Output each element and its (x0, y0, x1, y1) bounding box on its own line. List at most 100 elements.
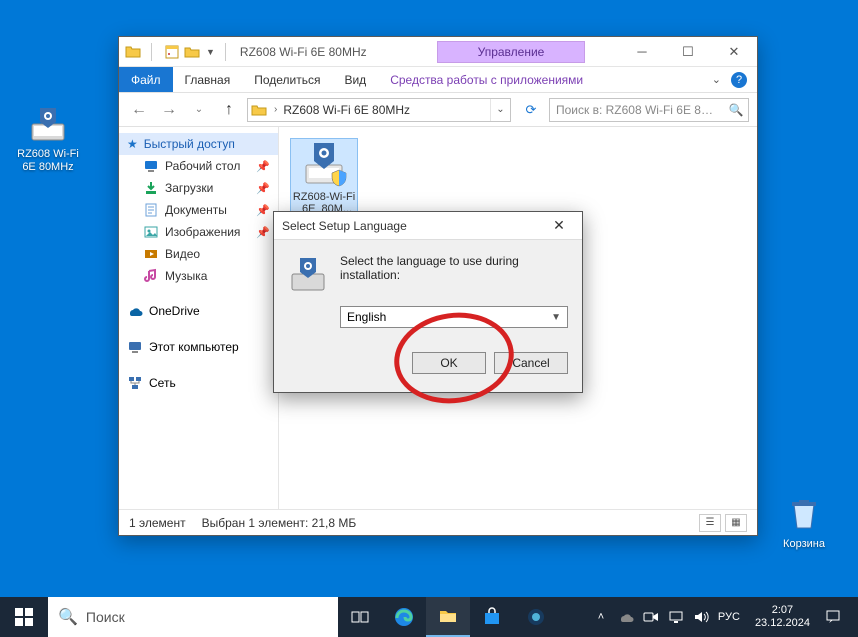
nav-back-button[interactable]: ← (127, 98, 151, 122)
uac-shield-icon (330, 169, 348, 187)
address-folder-icon (248, 99, 270, 121)
nav-network[interactable]: Сеть (119, 371, 278, 395)
language-select[interactable]: English ▼ (340, 306, 568, 328)
recycle-bin-label: Корзина (766, 538, 842, 551)
tray-time: 2:07 (755, 604, 810, 617)
nav-item-music[interactable]: Музыка (119, 265, 278, 287)
tray-action-center-icon[interactable] (825, 609, 841, 625)
breadcrumb-segment[interactable]: RZ608 Wi-Fi 6E 80MHz (281, 103, 412, 117)
folder-icon (125, 44, 141, 60)
tab-share[interactable]: Поделиться (242, 67, 332, 92)
start-button[interactable] (0, 597, 48, 637)
nav-forward-button: → (157, 98, 181, 122)
nav-this-pc[interactable]: Этот компьютер (119, 335, 278, 359)
dialog-message: Select the language to use during instal… (340, 254, 568, 282)
nav-item-pictures[interactable]: Изображения 📌 (119, 221, 278, 243)
tray-language[interactable]: РУС (718, 611, 740, 623)
view-details-button[interactable]: ☰ (699, 514, 721, 532)
nav-onedrive[interactable]: OneDrive (119, 299, 278, 323)
ribbon-expand-icon[interactable]: ⌄ (712, 73, 721, 86)
status-item-count: 1 элемент (129, 516, 186, 530)
minimize-button[interactable]: ─ (619, 37, 665, 67)
help-icon[interactable]: ? (731, 72, 747, 88)
qat-properties-icon[interactable] (164, 44, 180, 60)
language-select-value: English (347, 310, 551, 324)
nav-item-label: Видео (165, 247, 200, 261)
navigation-pane: ★ Быстрый доступ Рабочий стол📌Загрузки📌Д… (119, 127, 279, 509)
context-tab-header[interactable]: Управление (437, 41, 586, 63)
task-view-button[interactable] (338, 597, 382, 637)
dropdown-caret-icon: ▼ (551, 312, 561, 323)
refresh-button[interactable]: ⟳ (519, 99, 543, 121)
address-bar[interactable]: › RZ608 Wi-Fi 6E 80MHz ⌄ (247, 98, 511, 122)
pin-icon: 📌 (256, 182, 270, 195)
cancel-button[interactable]: Cancel (494, 352, 568, 374)
nav-recent-dropdown[interactable]: ⌄ (187, 98, 211, 122)
ok-button[interactable]: OK (412, 352, 486, 374)
title-bar: ▼ RZ608 Wi-Fi 6E 80MHz Управление ─ ☐ ✕ (119, 37, 757, 67)
maximize-button[interactable]: ☐ (665, 37, 711, 67)
nav-item-downloads[interactable]: Загрузки 📌 (119, 177, 278, 199)
recycle-bin[interactable]: Корзина (766, 494, 842, 551)
search-icon: 🔍 (58, 607, 78, 627)
select-language-dialog: Select Setup Language ✕ Select the langu… (273, 211, 583, 393)
address-dropdown-icon[interactable]: ⌄ (490, 99, 510, 121)
tab-view[interactable]: Вид (332, 67, 378, 92)
pin-icon: 📌 (256, 226, 270, 239)
pin-icon: 📌 (256, 204, 270, 217)
tray-onedrive-icon[interactable] (618, 609, 634, 625)
onedrive-icon (127, 303, 143, 319)
taskbar-edge[interactable] (382, 597, 426, 637)
breadcrumb-sep-icon[interactable]: › (270, 104, 281, 115)
tab-home[interactable]: Главная (173, 67, 243, 92)
tray-date: 23.12.2024 (755, 617, 810, 630)
nav-item-video[interactable]: Видео (119, 243, 278, 265)
search-placeholder: Поиск в: RZ608 Wi-Fi 6E 80M... (550, 103, 724, 117)
tray-network-icon[interactable] (668, 609, 684, 625)
nav-quick-access[interactable]: ★ Быстрый доступ (119, 133, 278, 155)
dialog-title: Select Setup Language (282, 219, 544, 233)
taskbar-file-explorer[interactable] (426, 597, 470, 637)
tray-volume-icon[interactable] (693, 609, 709, 625)
search-icon[interactable]: 🔍 (724, 103, 748, 117)
address-row: ← → ⌄ ↑ › RZ608 Wi-Fi 6E 80MHz ⌄ ⟳ Поиск… (119, 93, 757, 127)
search-box[interactable]: Поиск в: RZ608 Wi-Fi 6E 80M... 🔍 (549, 98, 749, 122)
qat-new-folder-icon[interactable] (184, 44, 200, 60)
desktop-icon (143, 158, 159, 174)
qat-dropdown-icon[interactable]: ▼ (206, 47, 215, 57)
taskbar-app[interactable] (514, 597, 558, 637)
close-button[interactable]: ✕ (711, 37, 757, 67)
nav-item-label: Рабочий стол (165, 159, 240, 173)
recycle-bin-icon (784, 494, 824, 534)
downloads-icon (143, 180, 159, 196)
nav-item-documents[interactable]: Документы📌 (119, 199, 278, 221)
nav-item-label: Изображения (165, 225, 240, 239)
this-pc-icon (127, 339, 143, 355)
nav-item-desktop[interactable]: Рабочий стол 📌 (119, 155, 278, 177)
tray-meet-now-icon[interactable] (643, 609, 659, 625)
taskbar-search[interactable]: 🔍 Поиск (48, 597, 338, 637)
desktop-shortcut-rz608[interactable]: RZ608 Wi-Fi 6E 80MHz (10, 104, 86, 174)
ribbon-tabs: Файл Главная Поделиться Вид Средства раб… (119, 67, 757, 93)
taskbar-search-placeholder: Поиск (86, 609, 125, 625)
dialog-close-button[interactable]: ✕ (544, 212, 574, 240)
nav-up-button[interactable]: ↑ (217, 98, 241, 122)
taskbar-store[interactable] (470, 597, 514, 637)
pin-icon: 📌 (256, 160, 270, 173)
pictures-icon (143, 224, 159, 240)
view-large-icons-button[interactable]: ▦ (725, 514, 747, 532)
windows-logo-icon (15, 608, 33, 626)
tray-clock[interactable]: 2:07 23.12.2024 (749, 604, 816, 629)
file-item-rz608-installer[interactable]: RZ608-Wi-Fi_6E_80M... (291, 139, 357, 215)
video-icon (143, 246, 159, 262)
installer-icon (28, 104, 68, 144)
tab-app-tools[interactable]: Средства работы с приложениями (378, 67, 595, 92)
nav-item-label: Загрузки (165, 181, 213, 195)
tray-overflow-icon[interactable]: ˄ (593, 609, 609, 625)
status-bar: 1 элемент Выбран 1 элемент: 21,8 МБ ☰ ▦ (119, 509, 757, 535)
tab-file[interactable]: Файл (119, 67, 173, 92)
window-title: RZ608 Wi-Fi 6E 80MHz (240, 45, 367, 59)
dialog-title-bar[interactable]: Select Setup Language ✕ (274, 212, 582, 240)
music-icon (143, 268, 159, 284)
nav-item-label: Музыка (165, 269, 207, 283)
